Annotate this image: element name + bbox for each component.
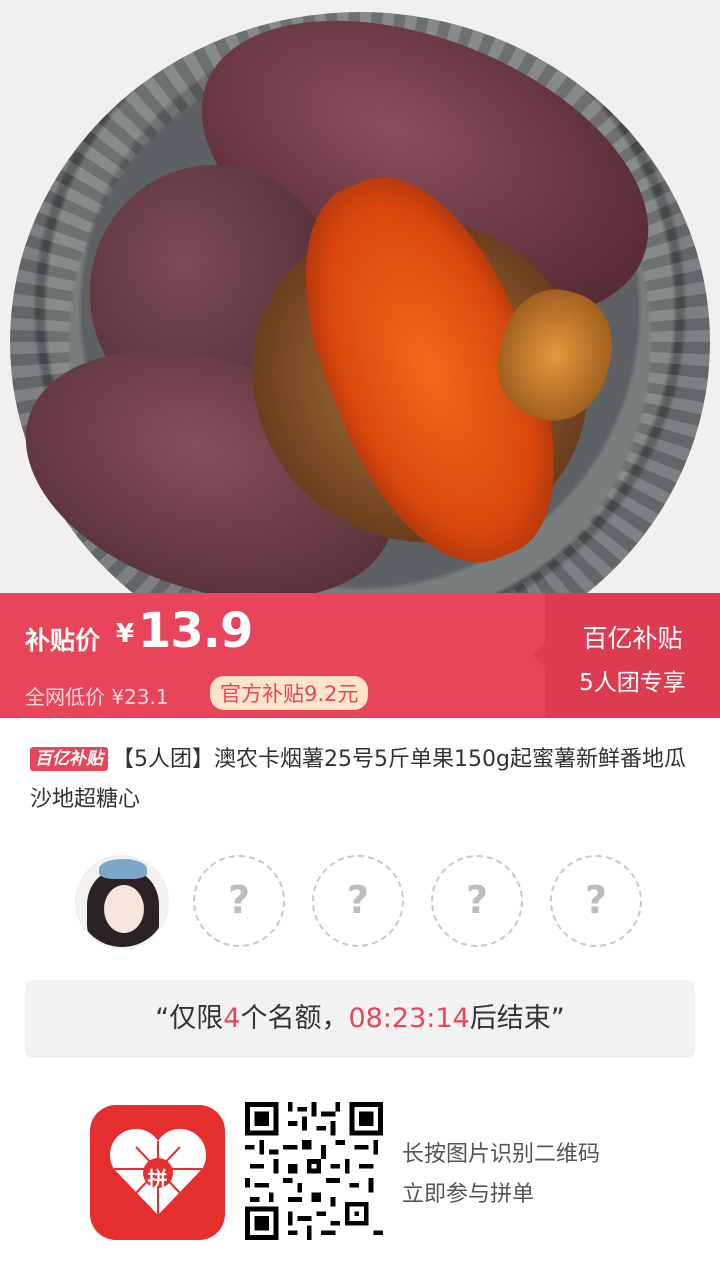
subsidy-banner: 百亿补贴 5人团专享	[533, 593, 720, 718]
notice-prefix: 仅限	[169, 1003, 224, 1034]
price-info: 补贴价 ¥ 13.9 全网低价 ¥23.1 官方补贴9.2元	[0, 593, 545, 718]
product-title-text: 【5人团】澳农卡烟薯25号5斤单果150g起蜜薯新鲜番地瓜沙地超糖心	[30, 747, 686, 812]
group-members: ? ? ? ?	[75, 855, 675, 950]
product-title: 百亿补贴 【5人团】澳农卡烟薯25号5斤单果150g起蜜薯新鲜番地瓜沙地超糖心	[30, 740, 700, 820]
qr-tip-line2: 立即参与拼单	[402, 1182, 535, 1207]
product-image	[0, 0, 720, 593]
notice-close-quote: ”	[550, 1003, 565, 1034]
notice-middle: 个名额，	[240, 1003, 349, 1034]
subsidy-badge: 百亿补贴	[30, 747, 108, 771]
avatar	[75, 855, 169, 949]
remaining-count: 4	[223, 1003, 241, 1034]
low-price: 全网低价 ¥23.1	[25, 681, 169, 710]
qr-tip-line1: 长按图片识别二维码	[402, 1142, 601, 1167]
pinduoduo-logo: 拼	[90, 1105, 225, 1240]
countdown-notice: “仅限4个名额，08:23:14后结束”	[25, 980, 695, 1058]
subsidy-banner-title: 百亿补贴	[582, 624, 683, 653]
notice-open-quote: “	[155, 1003, 170, 1034]
currency-symbol: ¥	[116, 619, 135, 649]
logo-text: 拼	[147, 1167, 168, 1191]
low-price-value: ¥23.1	[111, 685, 169, 709]
qr-code-icon[interactable]	[245, 1102, 383, 1240]
avatar-face-graphic	[104, 885, 144, 933]
subsidy-pill: 官方补贴9.2元	[210, 676, 369, 710]
avatar-hat-graphic	[99, 859, 147, 879]
empty-member-slot: ?	[431, 855, 523, 947]
notice-suffix: 后结束	[469, 1003, 551, 1034]
empty-member-slot: ?	[193, 855, 285, 947]
subsidy-price-label: 补贴价	[25, 626, 101, 655]
price-value: 13.9	[138, 603, 253, 659]
subsidy-banner-subtitle: 5人团专享	[579, 670, 686, 696]
low-price-label: 全网低价	[25, 685, 105, 709]
empty-member-slot: ?	[312, 855, 404, 947]
empty-member-slot: ?	[550, 855, 642, 947]
price-bar: 补贴价 ¥ 13.9 全网低价 ¥23.1 官方补贴9.2元 百亿补贴 5人团专…	[0, 593, 720, 718]
countdown-timer: 08:23:14	[348, 1003, 470, 1034]
